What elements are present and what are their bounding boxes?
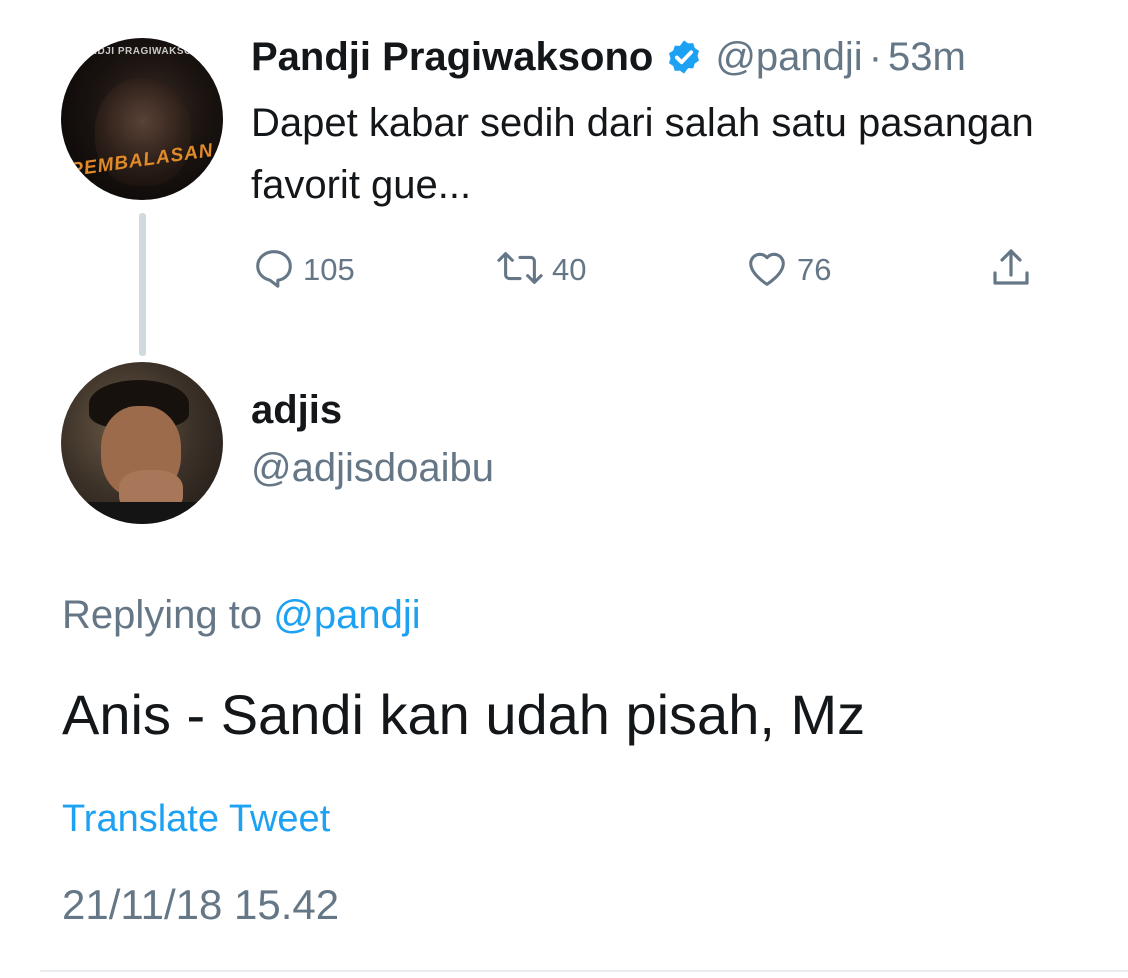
pandji-avatar[interactable]: PANDJI PRAGIWAKSONO PEMBALASAN xyxy=(61,38,223,200)
tweet-timestamp: 21/11/18 15.42 xyxy=(62,881,340,928)
original-tweet-header: Pandji Pragiwaksono @pandji · 53m xyxy=(251,30,966,84)
verified-badge-icon xyxy=(665,38,703,76)
share-upload-icon xyxy=(986,244,1036,297)
reply-count: 105 xyxy=(303,252,355,287)
reply-tweet-text: Anis - Sandi kan udah pisah, Mz xyxy=(62,683,866,746)
avatar-shirt-shape xyxy=(61,502,223,524)
avatar-brand-text: PANDJI PRAGIWAKSONO xyxy=(75,46,209,57)
original-tweet-text: Dapet kabar sedih dari salah satu pasang… xyxy=(251,101,1034,207)
replying-to-line: Replying to @pandji xyxy=(62,593,421,638)
reply-button[interactable]: 105 xyxy=(251,246,355,294)
thread-connector-line xyxy=(139,213,146,356)
speech-bubble-icon xyxy=(251,245,297,296)
share-button[interactable] xyxy=(986,246,1036,294)
replying-to-handle-link[interactable]: @pandji xyxy=(273,593,420,637)
retweet-arrows-icon xyxy=(494,245,546,296)
original-author-handle[interactable]: @pandji xyxy=(715,35,862,80)
header-separator: · xyxy=(868,34,883,79)
bottom-divider xyxy=(40,970,1128,972)
translate-tweet-link[interactable]: Translate Tweet xyxy=(62,798,330,841)
like-button[interactable]: 76 xyxy=(743,246,831,294)
original-tweet-time[interactable]: 53m xyxy=(888,35,966,80)
heart-icon xyxy=(743,245,791,296)
original-author-name[interactable]: Pandji Pragiwaksono xyxy=(251,35,653,80)
like-count: 76 xyxy=(797,252,832,287)
retweet-count: 40 xyxy=(552,252,587,287)
adjis-avatar[interactable] xyxy=(61,362,223,524)
replying-to-prefix: Replying to xyxy=(62,593,263,637)
retweet-button[interactable]: 40 xyxy=(494,246,586,294)
reply-author-name[interactable]: adjis xyxy=(251,388,342,433)
reply-author-handle[interactable]: @adjisdoaibu xyxy=(251,446,494,491)
